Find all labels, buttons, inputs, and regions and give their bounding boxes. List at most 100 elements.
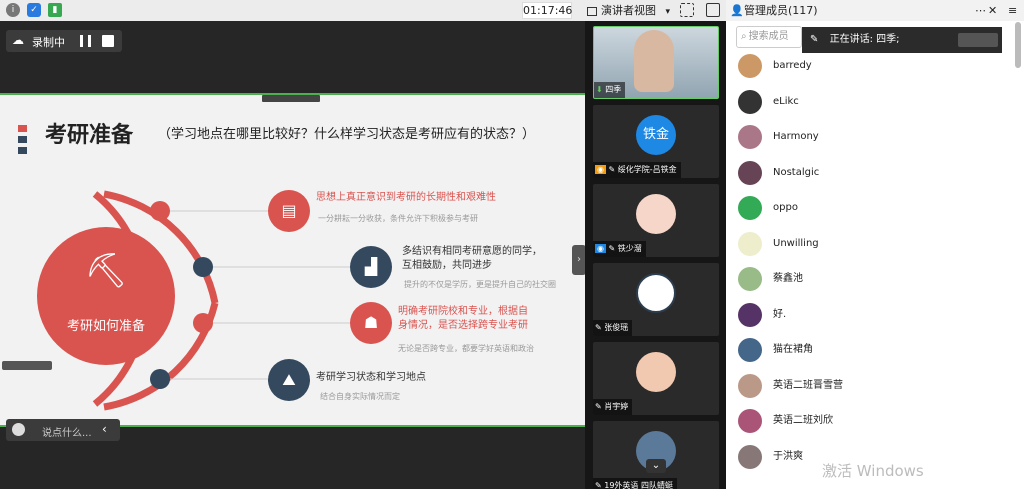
member-row[interactable]: 好.	[738, 301, 1008, 331]
item-1-title: 思想上真正意识到考研的长期性和艰难性	[316, 192, 496, 203]
video-tile[interactable]: ◉ ✎ 铁少溜	[593, 184, 719, 257]
timeline-dot	[150, 369, 170, 389]
member-name: eLikc	[773, 95, 799, 107]
member-row[interactable]: Nostalgic	[738, 159, 1008, 189]
avatar	[738, 89, 762, 114]
video-tile-label: ◉ ✎ 铁少溜	[593, 241, 646, 257]
member-row[interactable]: oppo	[738, 194, 1008, 224]
top-toolbar: i ✓ ▮ 01:17:46 演讲者视图 ▾	[0, 0, 726, 21]
chevron-left-icon[interactable]: ‹	[102, 422, 107, 436]
info-icon[interactable]: i	[6, 3, 20, 17]
video-tile[interactable]: ✎ 张俊瑶	[593, 263, 719, 336]
presentation-slide: 考研准备 （学习地点在哪里比较好？什么样学习状态是考研应有的状态？） ⛏ 考研如…	[0, 93, 585, 427]
video-tile-label: ⬇ 四季	[594, 82, 626, 98]
member-name: Nostalgic	[773, 166, 820, 178]
member-row[interactable]: Unwilling	[738, 230, 1008, 260]
member-name: Harmony	[773, 131, 819, 142]
timeline-dot	[193, 257, 213, 277]
item-4-desc: 结合自身实际情况而定	[320, 392, 400, 401]
mic-muted-icon: ✎	[595, 323, 602, 332]
close-icon[interactable]: ✕	[988, 0, 997, 21]
avatar	[738, 409, 762, 433]
member-name: 英语二班晋雪营	[773, 379, 843, 391]
avatar	[636, 194, 676, 234]
member-row[interactable]: 猫在裙角	[738, 336, 1008, 366]
books-icon: ▤	[268, 190, 310, 232]
avatar	[738, 267, 762, 291]
panel-header: 👤 管理成员(117) ⋯ ✕ ≡	[726, 0, 1024, 21]
member-row[interactable]: eLikc	[738, 88, 1008, 118]
video-tile[interactable]: ✎ 肖宇婷	[593, 342, 719, 415]
recording-label: 录制中	[32, 36, 65, 49]
member-name: 蔡鑫池	[773, 273, 803, 284]
avatar	[738, 302, 762, 327]
signal-icon[interactable]: ▮	[48, 3, 62, 17]
presenter-view-dropdown[interactable]: 演讲者视图 ▾	[585, 2, 671, 19]
chat-placeholder: 说点什么...	[42, 428, 92, 439]
member-row[interactable]: barredy	[738, 52, 1008, 82]
video-tile-label: ✎ 19外英语 四队蜻蜓	[593, 478, 677, 489]
item-2-title: 多结识有相同考研意愿的同学， 互相鼓励，共同进步	[402, 246, 542, 271]
thinker-icon: ☗	[350, 302, 392, 344]
member-name: oppo	[773, 202, 798, 213]
chat-input[interactable]: 说点什么... ‹	[6, 419, 120, 441]
timeline-dot	[150, 201, 170, 221]
panel-scrollbar[interactable]	[1015, 22, 1021, 68]
growth-chart-icon: ▟	[350, 246, 392, 288]
video-tile[interactable]: ⌄ ✎ 19外英语 四队蜻蜓	[593, 421, 719, 489]
avatar	[738, 125, 762, 149]
mountain-icon: ⛰	[268, 359, 310, 401]
member-row[interactable]: 英语二班刘欣	[738, 407, 1008, 437]
member-name: 好.	[773, 308, 787, 320]
video-column: ⬇ 四季 铁金 ◉ ✎ 绥化学院-吕铁金 ◉ ✎ 铁少溜 ✎ 张俊瑶 ✎ 肖宇婷…	[585, 21, 726, 489]
more-icon[interactable]: ⋯	[975, 0, 986, 21]
oil-pump-icon: ⛏	[84, 251, 128, 291]
center-label: 考研如何准备	[66, 319, 145, 334]
member-name: Unwilling	[773, 237, 819, 249]
avatar	[636, 352, 676, 392]
item-1-desc: 一分耕耘一分收获，条件允许下积极参与考研	[318, 214, 478, 223]
avatar	[738, 231, 762, 256]
mic-on-icon: ⬇	[596, 85, 603, 94]
slide-corner-widget[interactable]	[2, 361, 52, 370]
scroll-down-icon[interactable]: ⌄	[646, 459, 666, 473]
video-tile[interactable]: ⬇ 四季	[593, 26, 719, 99]
pause-button[interactable]	[80, 35, 91, 47]
main-stage: ☁ 录制中 考研准备 （学习地点在哪里比较好？什么样学习状态是考研应有的状态？）	[0, 21, 586, 489]
stop-button[interactable]	[102, 35, 114, 47]
video-tile-label: ✎ 肖宇婷	[593, 399, 633, 415]
avatar	[738, 373, 762, 398]
cloud-icon: ☁	[12, 33, 24, 47]
presenter-view-label: 演讲者视图	[601, 4, 656, 17]
member-row[interactable]: Harmony	[738, 123, 1008, 153]
fullscreen-icon[interactable]	[680, 3, 694, 17]
member-row[interactable]: 英语二班晋雪营	[738, 372, 1008, 402]
timeline-dot	[193, 313, 213, 333]
video-tile[interactable]: 铁金 ◉ ✎ 绥化学院-吕铁金	[593, 105, 719, 178]
layout-icon[interactable]	[706, 3, 720, 17]
member-name: barredy	[773, 60, 812, 71]
menu-icon[interactable]: ≡	[1008, 0, 1017, 21]
members-icon: 👤	[730, 4, 744, 17]
windows-watermark: 激活 Windows	[822, 462, 924, 480]
speaker-icon: ✎	[810, 34, 819, 45]
search-icon: ⌕	[741, 31, 747, 42]
member-search-input[interactable]: ⌕ 搜索成员	[736, 26, 802, 48]
member-name: 英语二班刘欣	[773, 415, 833, 426]
emoji-icon[interactable]	[12, 423, 25, 436]
chevron-down-icon: ▾	[665, 7, 671, 17]
recording-bar: ☁ 录制中	[6, 30, 122, 52]
participant-face	[634, 30, 674, 92]
mic-muted-icon: ✎	[595, 402, 602, 411]
item-4-title: 考研学习状态和学习地点	[316, 372, 426, 383]
avatar	[636, 273, 676, 313]
search-placeholder: 搜索成员	[748, 31, 789, 42]
member-row[interactable]: 蔡鑫池	[738, 265, 1008, 295]
collapse-panel-button[interactable]: ›	[572, 245, 586, 275]
item-2-desc: 提升的不仅是学历，更是提升自己的社交圈	[404, 280, 556, 289]
item-3-title: 明确考研院校和专业，根据自 身情况，是否选择跨专业考研	[398, 306, 528, 331]
avatar	[738, 338, 762, 362]
shield-icon[interactable]: ✓	[27, 3, 41, 17]
mic-muted-icon: ✎	[608, 244, 616, 253]
speaking-indicator: ✎ 正在讲话: 四季;	[802, 27, 1002, 53]
